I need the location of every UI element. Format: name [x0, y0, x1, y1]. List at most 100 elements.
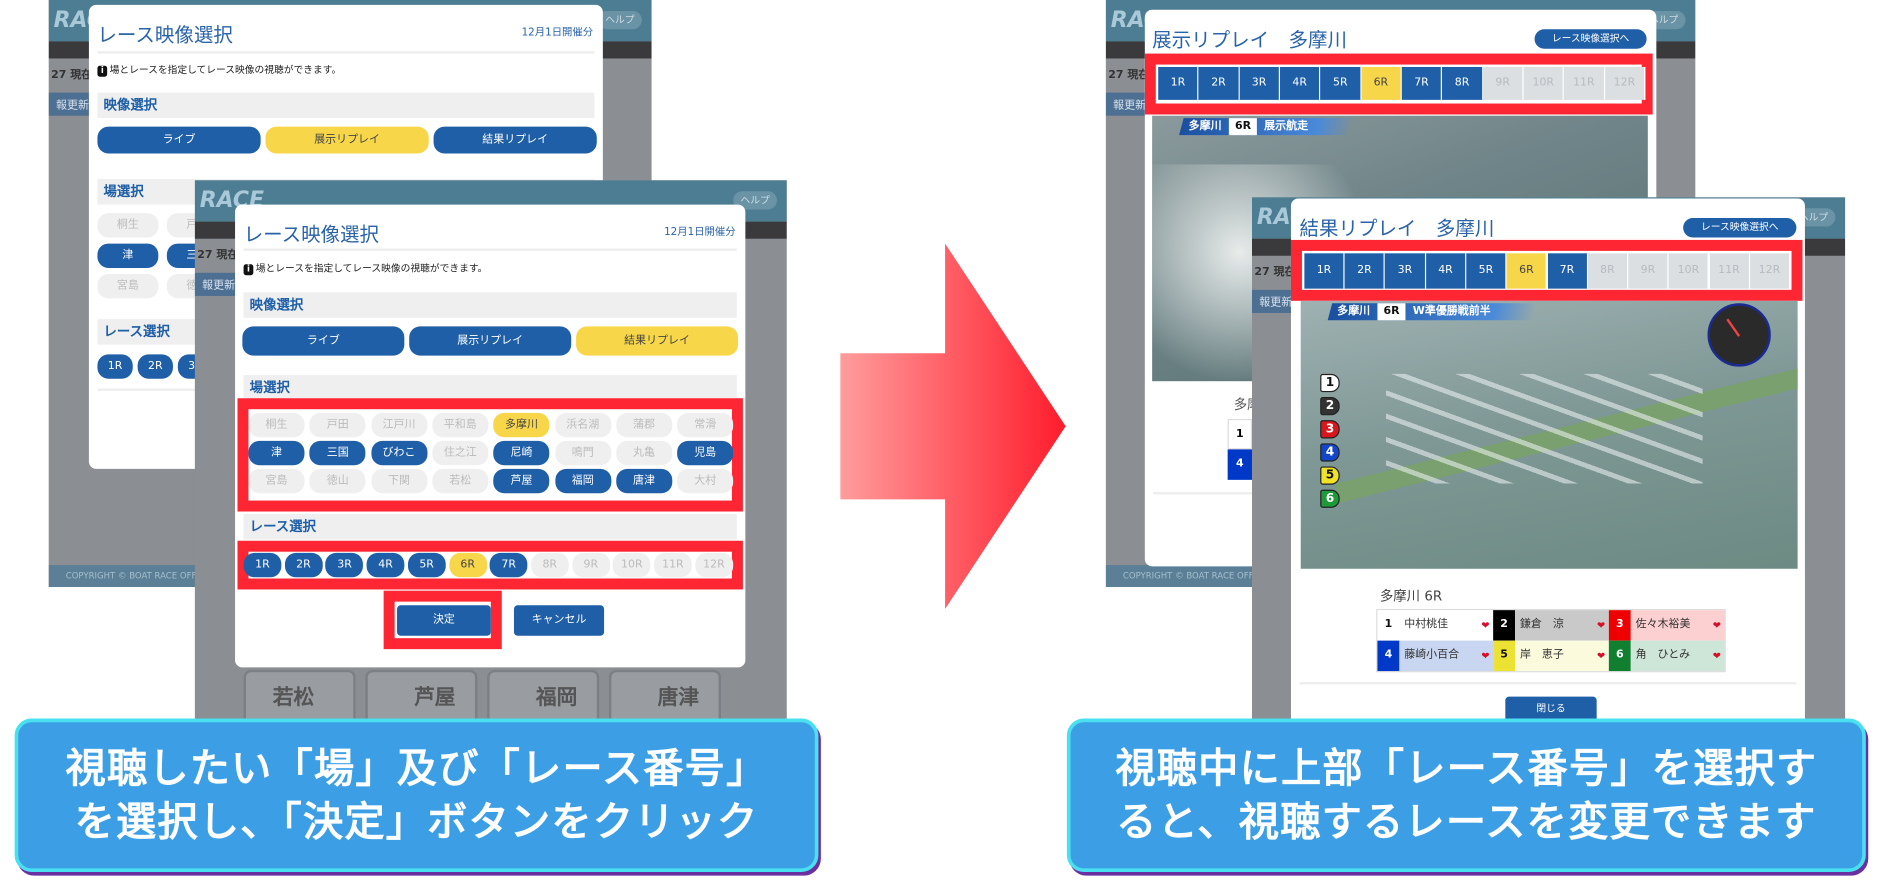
boat-number-marker: 5: [1320, 466, 1340, 485]
favorite-heart-icon[interactable]: ❤: [1597, 610, 1605, 640]
race-tab[interactable]: 6R: [1361, 66, 1402, 100]
venue-button[interactable]: 住之江: [432, 440, 489, 466]
modal-title: レース映像選択: [243, 222, 380, 247]
time-label: 27 現在: [51, 69, 93, 82]
video-type-button[interactable]: 結果リプレイ: [576, 326, 739, 356]
race-button[interactable]: 6R: [448, 552, 487, 578]
race-tab[interactable]: 2R: [1198, 66, 1240, 100]
venue-button[interactable]: 多摩川: [493, 412, 550, 438]
section-video: 映像選択: [243, 292, 737, 318]
venue-button[interactable]: 芦屋: [493, 468, 550, 494]
venue-button[interactable]: 鳴門: [554, 440, 611, 466]
back-to-select-button[interactable]: レース映像選択へ: [1534, 29, 1647, 49]
venue-button[interactable]: 尼崎: [493, 440, 550, 466]
race-tab[interactable]: 5R: [1320, 66, 1362, 100]
race-tab[interactable]: 10R: [1523, 66, 1565, 100]
race-tab[interactable]: 2R: [1344, 253, 1386, 289]
race-button[interactable]: 1R: [97, 354, 133, 379]
venue-button[interactable]: 津: [97, 243, 159, 268]
venue-button[interactable]: 福岡: [554, 468, 611, 494]
favorite-heart-icon[interactable]: ❤: [1481, 610, 1489, 640]
help-button[interactable]: ヘルプ: [597, 10, 642, 30]
video-type-button[interactable]: ライブ: [242, 326, 405, 356]
race-tab[interactable]: 4R: [1425, 253, 1467, 289]
confirm-button[interactable]: 決定: [397, 605, 491, 636]
venue-card[interactable]: 唐津: [608, 669, 721, 719]
cancel-button[interactable]: キャンセル: [513, 605, 605, 636]
video-type-button[interactable]: 展示リプレイ: [265, 126, 429, 154]
venue-button[interactable]: 徳山: [309, 468, 366, 494]
video-player[interactable]: 多摩川 6R W準優勝戦前半 1 2 3 4 5 6: [1300, 300, 1798, 569]
race-tab[interactable]: 9R: [1482, 66, 1524, 100]
race-tab[interactable]: 7R: [1547, 253, 1588, 289]
race-tabs: 1R 2R 3R 4R 5R 6R 7R 8R 9R 10R 11R 12R: [1304, 253, 1791, 289]
venue-button[interactable]: 桐生: [97, 213, 159, 238]
venue-button[interactable]: 三国: [309, 440, 366, 466]
favorite-heart-icon[interactable]: ❤: [1713, 610, 1721, 640]
venue-button[interactable]: 丸亀: [616, 440, 673, 466]
race-tab[interactable]: 12R: [1604, 66, 1646, 100]
race-button[interactable]: 10R: [612, 552, 651, 578]
race-button[interactable]: 4R: [366, 552, 405, 578]
venue-button[interactable]: 若松: [432, 468, 489, 494]
race-tab[interactable]: 9R: [1628, 253, 1669, 289]
race-tab[interactable]: 1R: [1158, 66, 1199, 100]
venue-card[interactable]: 若松: [243, 669, 356, 719]
venue-button[interactable]: 下関: [370, 468, 427, 494]
favorite-heart-icon[interactable]: ❤: [1713, 641, 1721, 671]
venue-button[interactable]: 宮島: [248, 468, 305, 494]
race-button[interactable]: 5R: [407, 552, 446, 578]
race-tab[interactable]: 8R: [1442, 66, 1483, 100]
venue-card[interactable]: 芦屋: [365, 669, 478, 719]
race-button[interactable]: 11R: [654, 552, 692, 578]
race-tab[interactable]: 3R: [1385, 253, 1426, 289]
venue-card[interactable]: 福岡: [487, 669, 600, 719]
racer-name: 藤崎小百合 ❤: [1399, 640, 1494, 672]
overlay-label: 展示航走: [1264, 120, 1309, 133]
venue-button[interactable]: 津: [248, 440, 305, 466]
venue-button[interactable]: 児島: [677, 440, 734, 466]
video-type-button[interactable]: 結果リプレイ: [433, 126, 597, 154]
venue-button[interactable]: 蒲郡: [616, 412, 673, 438]
race-tab[interactable]: 10R: [1668, 253, 1710, 289]
race-tab[interactable]: 12R: [1749, 253, 1791, 289]
race-button[interactable]: 7R: [489, 552, 528, 578]
racer-number: 3: [1608, 610, 1631, 641]
race-tab[interactable]: 7R: [1401, 66, 1443, 100]
race-button[interactable]: 3R: [325, 552, 364, 578]
favorite-heart-icon[interactable]: ❤: [1481, 641, 1489, 671]
race-tab[interactable]: 3R: [1239, 66, 1280, 100]
race-tab[interactable]: 5R: [1466, 253, 1507, 289]
race-tab[interactable]: 6R: [1506, 253, 1548, 289]
favorite-heart-icon[interactable]: ❤: [1597, 641, 1605, 671]
race-tabs: 1R 2R 3R 4R 5R 6R 7R 8R 9R 10R 11R 12R: [1158, 66, 1646, 100]
caption-step2: 視聴中に上部「レース番号」を選択す ると、視聴するレースを変更できます: [1066, 718, 1866, 873]
race-button[interactable]: 9R: [571, 552, 610, 578]
venue-button[interactable]: 唐津: [616, 468, 673, 494]
venue-button[interactable]: 桐生: [248, 412, 305, 438]
race-tab[interactable]: 8R: [1587, 253, 1629, 289]
venue-button[interactable]: びわこ: [370, 440, 427, 466]
race-button[interactable]: 1R: [243, 552, 282, 578]
race-button[interactable]: 2R: [137, 354, 173, 379]
venue-button[interactable]: 常滑: [677, 412, 734, 438]
race-button[interactable]: 8R: [530, 552, 569, 578]
race-tab[interactable]: 1R: [1304, 253, 1345, 289]
venue-button[interactable]: 宮島: [97, 274, 159, 299]
venue-button[interactable]: 江戸川: [370, 412, 427, 438]
video-type-button[interactable]: 展示リプレイ: [409, 326, 572, 356]
race-tab[interactable]: 4R: [1280, 66, 1321, 100]
race-tab[interactable]: 11R: [1709, 253, 1750, 289]
venue-button[interactable]: 戸田: [309, 412, 366, 438]
race-button[interactable]: 2R: [284, 552, 323, 578]
back-to-select-button[interactable]: レース映像選択へ: [1683, 218, 1797, 238]
race-button[interactable]: 12R: [695, 552, 733, 578]
divider: [243, 248, 737, 251]
video-overlay: 多摩川 6R 展示航走: [1179, 118, 1355, 136]
clock-icon: [1707, 303, 1771, 367]
race-tab[interactable]: 11R: [1564, 66, 1605, 100]
venue-button[interactable]: 平和島: [432, 412, 489, 438]
venue-button[interactable]: 浜名湖: [554, 412, 611, 438]
venue-button[interactable]: 大村: [677, 468, 734, 494]
video-type-button[interactable]: ライブ: [97, 126, 261, 154]
